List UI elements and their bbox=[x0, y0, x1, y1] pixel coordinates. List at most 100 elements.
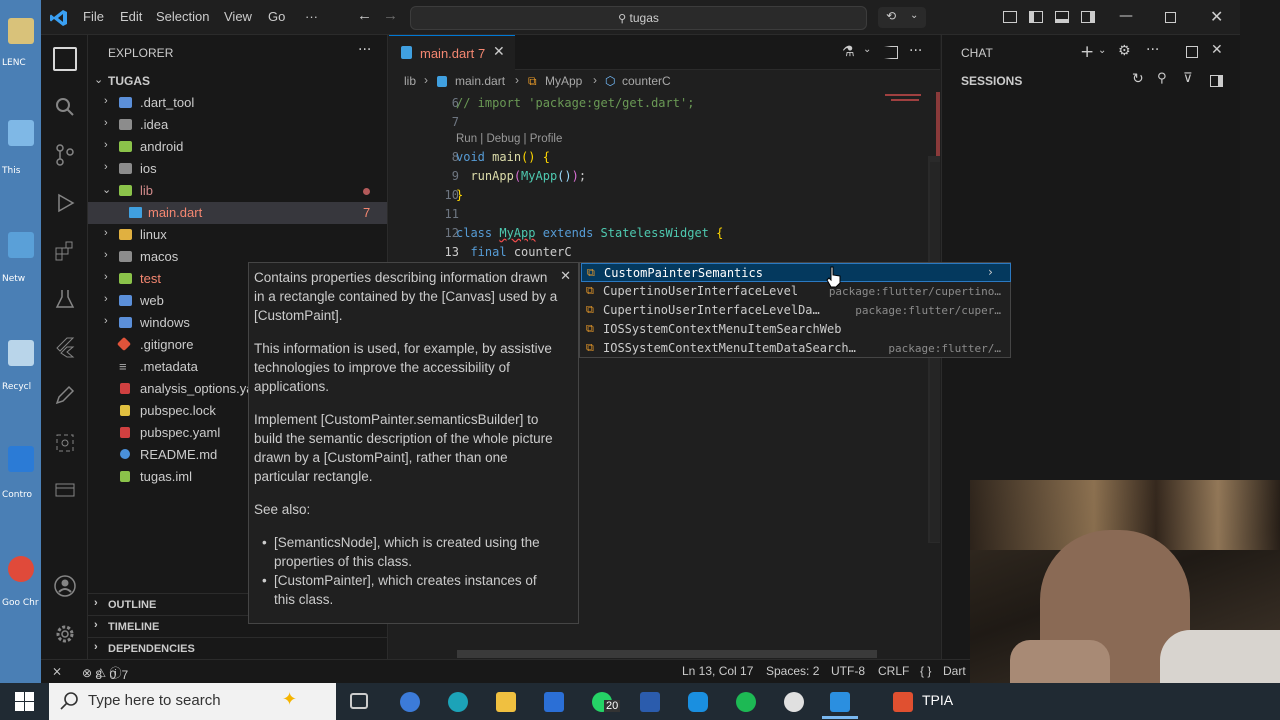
more-actions-icon[interactable]: ··· bbox=[358, 42, 371, 58]
suggestion-label: CupertinoUserInterfaceLevelDa… bbox=[603, 303, 820, 317]
menu-more[interactable]: ··· bbox=[305, 9, 318, 24]
desktop-icon[interactable] bbox=[8, 340, 34, 366]
forward-arrow-icon[interactable]: → bbox=[383, 7, 398, 24]
suggestion-item[interactable]: ⧉ CustomPainterSemantics › bbox=[581, 263, 1011, 282]
explorer-root[interactable]: ⌄ TUGAS bbox=[88, 70, 387, 92]
suggestion-item[interactable]: ⧉ CupertinoUserInterfaceLevelDa… package… bbox=[581, 301, 1011, 320]
horizontal-scrollbar[interactable] bbox=[457, 650, 877, 658]
breadcrumb-item[interactable]: MyApp bbox=[545, 74, 582, 88]
suggestion-item[interactable]: ⧉ IOSSystemContextMenuItemDataSearch… pa… bbox=[581, 339, 1011, 358]
suggestion-item[interactable]: ⧉ CupertinoUserInterfaceLevel package:fl… bbox=[581, 282, 1011, 301]
source-control-icon[interactable] bbox=[53, 143, 77, 167]
remote-explorer-icon[interactable] bbox=[53, 479, 77, 503]
tree-item-idea[interactable]: › .idea bbox=[88, 114, 387, 136]
minimize-icon[interactable]: — bbox=[1119, 8, 1133, 24]
testing-icon[interactable] bbox=[53, 287, 77, 311]
suggestion-item[interactable]: ⧉ IOSSystemContextMenuItemSearchWeb bbox=[581, 320, 1011, 339]
close-icon[interactable]: ✕ bbox=[560, 266, 571, 285]
remote-icon[interactable]: ⨯ bbox=[52, 664, 62, 678]
tab-main-dart[interactable]: main.dart 7 ✕ bbox=[389, 35, 515, 70]
breadcrumb-item[interactable]: lib bbox=[404, 74, 416, 88]
word-icon[interactable] bbox=[640, 692, 660, 712]
refresh-icon[interactable]: ↻ bbox=[1132, 71, 1144, 87]
run-flutter-icon[interactable]: ⚗ bbox=[842, 44, 855, 60]
command-center[interactable]: ⚲ tugas bbox=[410, 6, 867, 30]
edge-icon[interactable] bbox=[448, 692, 468, 712]
taskbar-search[interactable]: Type here to search ✦ bbox=[49, 683, 336, 720]
search-icon[interactable]: ⚲ bbox=[1157, 71, 1167, 86]
desktop-icon[interactable] bbox=[8, 120, 34, 146]
toggle-panel-icon[interactable] bbox=[1055, 11, 1069, 23]
close-icon[interactable]: ✕ bbox=[1211, 42, 1223, 58]
windows-start-icon[interactable] bbox=[15, 692, 34, 711]
settings-gear-icon[interactable]: ⚙ bbox=[1118, 43, 1131, 59]
flutter-icon[interactable] bbox=[53, 335, 77, 359]
breadcrumb-item[interactable]: main.dart bbox=[455, 74, 505, 88]
maximize-panel-icon[interactable] bbox=[1186, 46, 1198, 58]
toggle-sidebar-icon[interactable] bbox=[1029, 11, 1043, 23]
problems-indicator[interactable]: ⊗ 8 ⚠ 0 ⓘ 7 bbox=[82, 664, 128, 682]
store-icon[interactable] bbox=[544, 692, 564, 712]
toggle-secondary-sidebar-icon[interactable] bbox=[1081, 11, 1095, 23]
language-mode[interactable]: Dart bbox=[943, 664, 966, 678]
explorer-icon[interactable] bbox=[53, 47, 77, 71]
more-actions-icon[interactable]: ··· bbox=[1146, 42, 1159, 58]
back-arrow-icon[interactable]: ← bbox=[357, 7, 372, 24]
chevron-right-icon: › bbox=[94, 619, 98, 631]
section-dependencies[interactable]: › DEPENDENCIES bbox=[88, 637, 387, 659]
close-tab-icon[interactable]: ✕ bbox=[493, 44, 505, 60]
maximize-icon[interactable] bbox=[1165, 12, 1176, 23]
tree-item-android[interactable]: › android bbox=[88, 136, 387, 158]
chevron-down-icon[interactable]: ⌄ bbox=[1098, 45, 1106, 56]
tree-item-lib[interactable]: ⌄ lib bbox=[88, 180, 387, 202]
cursor-position[interactable]: Ln 13, Col 17 bbox=[682, 664, 753, 678]
minimap[interactable] bbox=[885, 92, 925, 104]
tree-item-ios[interactable]: › ios bbox=[88, 158, 387, 180]
copilot-button[interactable]: ⟲ ⌄ bbox=[878, 7, 926, 28]
menu-selection[interactable]: Selection bbox=[156, 9, 209, 24]
scan-icon[interactable] bbox=[53, 431, 77, 455]
chevron-right-icon: › bbox=[104, 227, 108, 239]
desktop-icon[interactable] bbox=[8, 18, 34, 44]
desktop-icon[interactable] bbox=[8, 232, 34, 258]
iml-file-icon bbox=[120, 471, 130, 482]
end-of-line[interactable]: CRLF bbox=[878, 664, 909, 678]
encoding[interactable]: UTF-8 bbox=[831, 664, 865, 678]
file-explorer-icon[interactable] bbox=[496, 692, 516, 712]
tree-item-linux[interactable]: › linux bbox=[88, 224, 387, 246]
spotify-icon[interactable] bbox=[736, 692, 756, 712]
menu-view[interactable]: View bbox=[224, 9, 252, 24]
layout-panel-icon[interactable] bbox=[1003, 11, 1017, 23]
code-text: // import 'package:get/get.dart'; bbox=[456, 96, 695, 110]
chevron-down-icon[interactable]: ⌄ bbox=[863, 44, 871, 55]
tray-app-icon[interactable] bbox=[893, 692, 913, 712]
settings-gear-icon[interactable] bbox=[53, 622, 77, 646]
search-icon[interactable] bbox=[53, 95, 77, 119]
chevron-right-icon[interactable]: › bbox=[987, 265, 994, 279]
menu-file[interactable]: File bbox=[83, 9, 104, 24]
filter-icon[interactable]: ⊽ bbox=[1183, 71, 1193, 86]
task-view-icon[interactable] bbox=[350, 693, 368, 709]
more-actions-icon[interactable]: ··· bbox=[909, 43, 922, 59]
new-chat-icon[interactable]: + bbox=[1080, 42, 1094, 62]
tree-item-dart-tool[interactable]: › .dart_tool bbox=[88, 92, 387, 114]
breadcrumb-item[interactable]: counterC bbox=[622, 74, 671, 88]
vscode-taskbar-icon[interactable] bbox=[830, 692, 850, 712]
menu-go[interactable]: Go bbox=[268, 9, 285, 24]
desktop-icon[interactable] bbox=[8, 446, 34, 472]
edit-icon[interactable] bbox=[53, 383, 77, 407]
toggle-sidebar-icon[interactable] bbox=[1210, 75, 1223, 87]
extensions-icon[interactable] bbox=[53, 239, 77, 263]
codelens[interactable]: Run | Debug | Profile bbox=[456, 133, 562, 145]
account-icon[interactable] bbox=[53, 574, 77, 598]
chrome-taskbar-icon[interactable] bbox=[784, 692, 804, 712]
run-debug-icon[interactable] bbox=[53, 191, 77, 215]
tree-item-main-dart[interactable]: main.dart 7 bbox=[88, 202, 387, 224]
app-icon[interactable] bbox=[688, 692, 708, 712]
close-icon[interactable]: ✕ bbox=[1210, 7, 1223, 26]
menu-edit[interactable]: Edit bbox=[120, 9, 142, 24]
split-editor-icon[interactable] bbox=[884, 46, 898, 59]
indentation[interactable]: Spaces: 2 bbox=[766, 664, 819, 678]
chrome-icon[interactable] bbox=[8, 556, 34, 582]
copilot-app-icon[interactable] bbox=[400, 692, 420, 712]
